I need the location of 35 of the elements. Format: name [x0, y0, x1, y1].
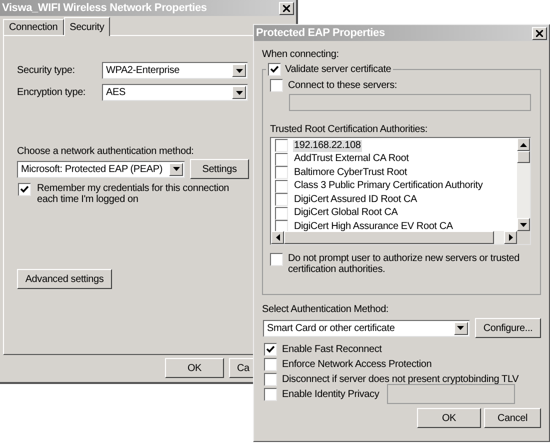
checkbox-label: Remember my credentials for this connection each time I'm logged on: [37, 183, 230, 205]
dropdown[interactable]: WPA2-Enterprise: [102, 62, 248, 79]
section-label: Select Authentication Method:: [262, 303, 390, 316]
list-item[interactable]: DigiCert Global Root CA: [293, 207, 399, 220]
ok-button[interactable]: OK: [417, 408, 481, 428]
list-item[interactable]: AddTrust External CA Root: [293, 153, 410, 166]
configure-button[interactable]: Configure...: [474, 318, 541, 338]
section-label: When connecting:: [262, 48, 340, 61]
checkbox-label: Do not prompt user to authorize new servers or trusted certification authorities.: [288, 253, 521, 275]
dropdown[interactable]: Microsoft: Protected EAP (PEAP): [17, 160, 185, 178]
window-title: Viswa_WIFI Wireless Network Properties: [2, 2, 207, 14]
ok-button[interactable]: OK: [165, 358, 224, 378]
list-item[interactable]: Class 3 Public Primary Certification Authority: [293, 180, 484, 192]
checkbox-label: Disconnect if server does not present cryptobinding TLV: [282, 372, 519, 386]
list-item[interactable]: Baltimore CyberTrust Root: [293, 166, 408, 179]
checkbox-label: Validate server certificate: [285, 63, 392, 76]
settings-button[interactable]: Settings: [190, 159, 249, 179]
list-item[interactable]: DigiCert Assured ID Root CA: [293, 194, 418, 206]
cancel-button[interactable]: Cancel: [484, 408, 541, 428]
list-item[interactable]: DigiCert High Assurance EV Root CA: [293, 220, 454, 231]
checkbox-label: Enforce Network Access Protection: [282, 358, 432, 370]
tab[interactable]: Security: [64, 17, 110, 36]
dropdown[interactable]: Smart Card or other certificate: [263, 320, 470, 336]
dropdown[interactable]: AES: [102, 84, 248, 101]
list-label: Trusted Root Certification Authorities:: [270, 123, 428, 136]
advanced-settings-button[interactable]: Advanced settings: [17, 269, 112, 289]
window-title: Protected EAP Properties: [256, 26, 385, 40]
field-label: Encryption type:: [17, 86, 87, 99]
tab[interactable]: Connection: [3, 19, 64, 35]
checkbox-label: Enable Fast Reconnect: [282, 342, 382, 356]
field-label: Security type:: [17, 64, 76, 77]
checkbox-label: Enable Identity Privacy: [282, 388, 380, 400]
field-label: Choose a network authentication method:: [17, 145, 194, 158]
list-item[interactable]: 192.168.22.108: [293, 140, 362, 152]
checkbox-label: Connect to these servers:: [288, 79, 397, 92]
